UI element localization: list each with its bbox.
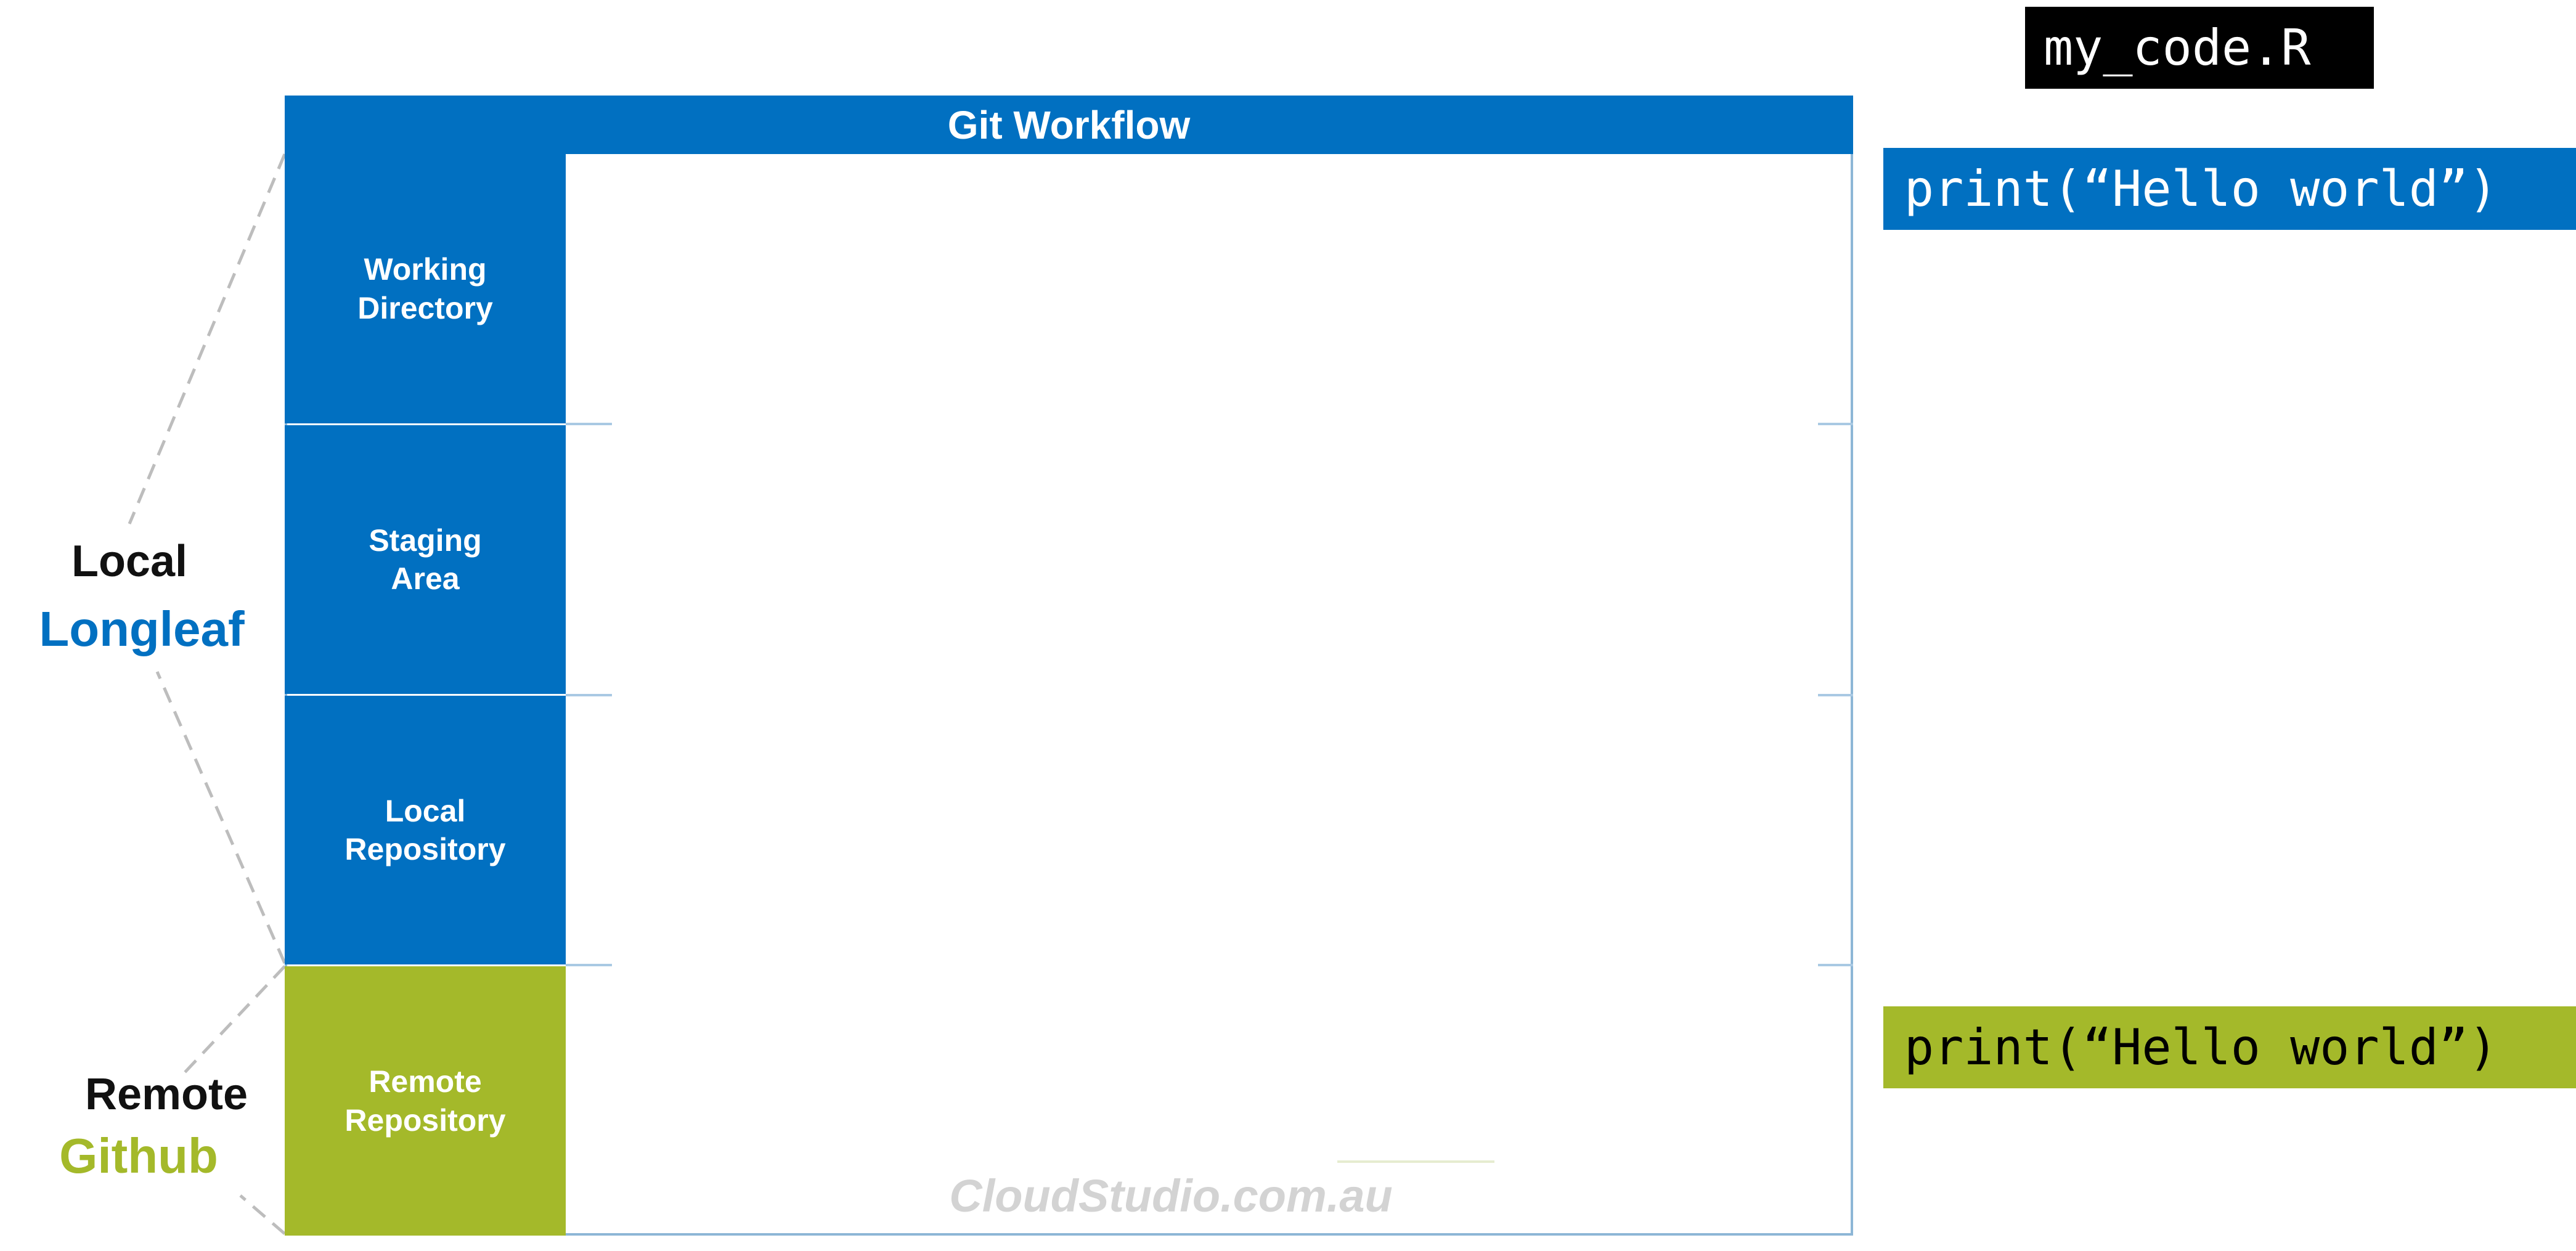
row-divider-tick — [1818, 694, 1853, 696]
remote-host-label: Github — [59, 1128, 218, 1183]
local-bracket-bottom — [155, 670, 287, 964]
watermark: CloudStudio.com.au — [949, 1170, 1393, 1221]
stage-label-line2: Repository — [344, 1102, 506, 1138]
stage-label-line2: Repository — [344, 832, 506, 866]
local-bracket-top — [128, 153, 287, 524]
faint-divider — [1337, 1160, 1494, 1163]
stage-local-repository: Local Repository — [285, 696, 566, 964]
stage-label-line2: Directory — [357, 290, 493, 325]
remote-bracket-bottom — [239, 1194, 286, 1235]
remote-label: Remote — [84, 1070, 248, 1119]
local-host-label: Longleaf — [39, 601, 245, 656]
stage-label-line1: Working — [364, 252, 487, 287]
stage-staging-area: Staging Area — [285, 425, 566, 694]
local-label: Local — [71, 537, 188, 586]
row-divider-tick — [566, 964, 612, 966]
row-divider-tick — [1818, 964, 1853, 966]
remote-bracket-top — [184, 965, 286, 1074]
row-divider-tick — [1818, 423, 1853, 425]
diagram-title: Git Workflow — [285, 96, 1853, 154]
remote-code-snippet: print(“Hello world”) — [1883, 1006, 2576, 1088]
stage-label-line2: Area — [391, 561, 460, 596]
stage-working-directory: Working Directory — [285, 154, 566, 423]
stage-remote-repository: Remote Repository — [285, 966, 566, 1236]
row-divider-tick — [566, 694, 612, 696]
local-code-snippet: print(“Hello world”) — [1883, 148, 2576, 230]
stage-label-line1: Remote — [369, 1064, 482, 1099]
stage-label-line1: Staging — [369, 523, 482, 558]
row-divider-tick — [566, 423, 612, 425]
stage-label-line1: Local — [385, 793, 466, 828]
